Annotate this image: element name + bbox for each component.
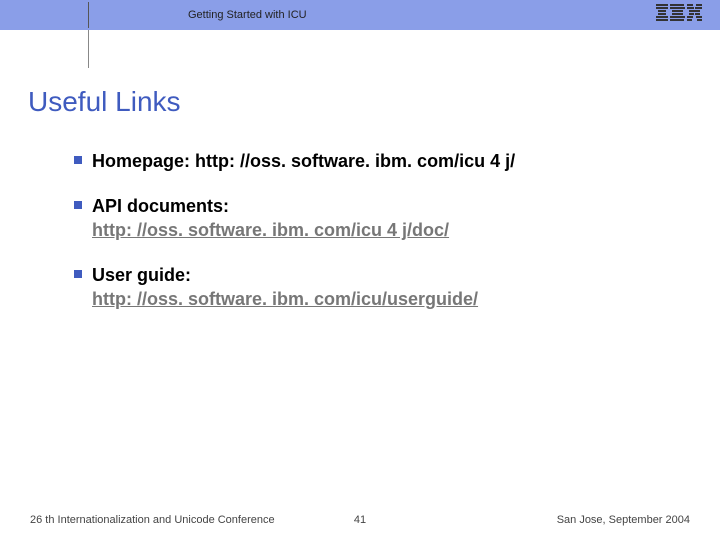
header-bar: Getting Started with ICU: [0, 0, 720, 30]
content-area: Homepage: http: //oss. software. ibm. co…: [74, 150, 680, 333]
bullet-user-guide: User guide: http: //oss. software. ibm. …: [74, 264, 680, 311]
bullet-label: User guide:: [92, 265, 191, 285]
bullet-api-docs: API documents: http: //oss. software. ib…: [74, 195, 680, 242]
header-divider: [88, 2, 89, 28]
ibm-logo-icon: [656, 4, 702, 22]
bullet-label: Homepage:: [92, 151, 195, 171]
slide-title: Useful Links: [28, 86, 181, 118]
header-subtitle: Getting Started with ICU: [188, 9, 307, 21]
bullet-inline-url: http: //oss. software. ibm. com/icu 4 j/: [195, 151, 515, 171]
bullet-link[interactable]: http: //oss. software. ibm. com/icu 4 j/…: [92, 220, 449, 240]
header-left-spacer: [0, 0, 88, 30]
vertical-rule: [88, 30, 89, 68]
footer: 26 th Internationalization and Unicode C…: [30, 514, 690, 526]
footer-page-number: 41: [354, 514, 366, 526]
bullet-homepage: Homepage: http: //oss. software. ibm. co…: [74, 150, 680, 173]
bullet-link[interactable]: http: //oss. software. ibm. com/icu/user…: [92, 289, 478, 309]
bullet-label: API documents:: [92, 196, 229, 216]
footer-left: 26 th Internationalization and Unicode C…: [30, 514, 275, 526]
footer-right: San Jose, September 2004: [557, 514, 690, 526]
